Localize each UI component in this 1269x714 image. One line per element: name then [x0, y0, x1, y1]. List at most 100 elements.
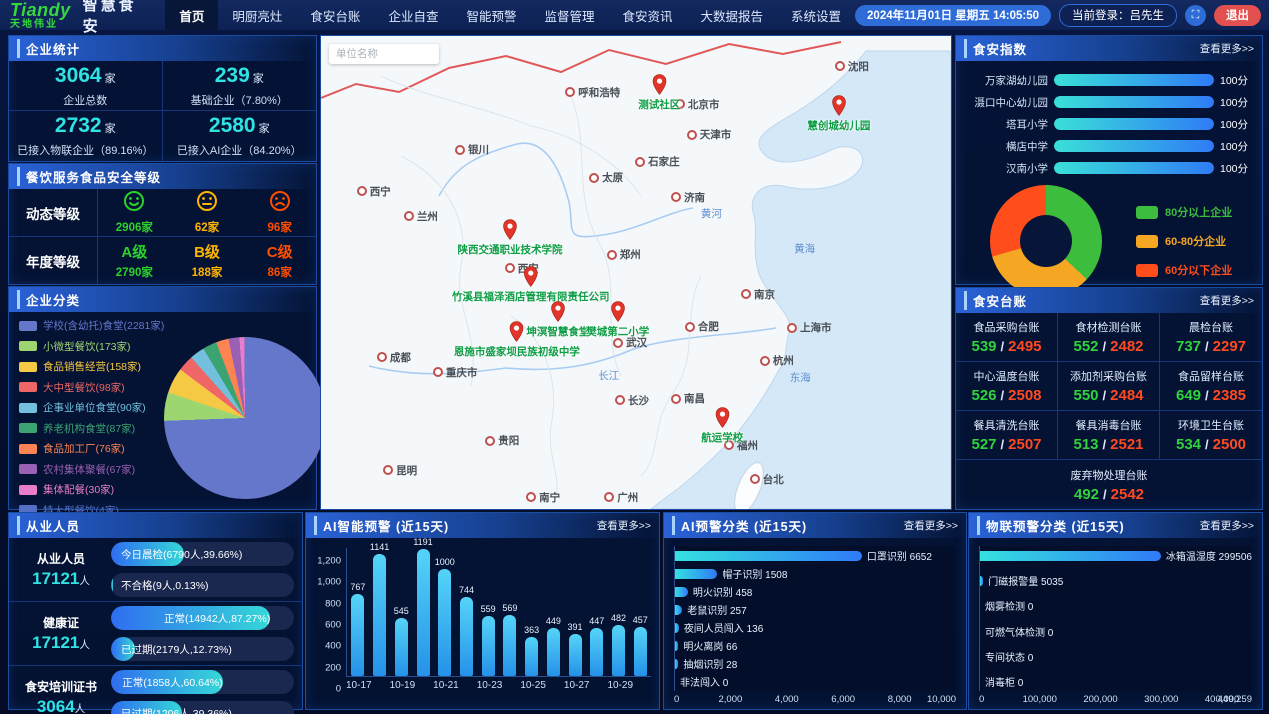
category-legend-item: 农村集体聚餐(67家): [19, 462, 164, 477]
hbar-label: 消毒柜 0: [985, 674, 1023, 689]
bar-value-label: 559: [481, 604, 496, 614]
map-marker[interactable]: 慧创城幼儿园: [807, 95, 870, 133]
index-score: 100分: [1220, 73, 1254, 88]
personnel-bars: 正常(14942人,87.27%)已过期(2179人,12.73%): [111, 606, 294, 661]
map-marker[interactable]: 樊城第二小学: [586, 301, 649, 339]
personnel-bars: 今日晨检(6790人,39.66%)不合格(9人,0.13%): [111, 542, 294, 597]
view-more-link[interactable]: 查看更多>>: [1200, 293, 1254, 308]
map-city-重庆市: 重庆市: [433, 365, 478, 380]
hbar-label: 抽烟识别 28: [683, 656, 737, 671]
y-tick: 0: [336, 684, 341, 695]
personnel-summary: 从业人员17121人: [17, 550, 105, 589]
stat-unit: 家: [259, 123, 270, 135]
logout-button[interactable]: 退出: [1214, 5, 1261, 26]
grade-name: A级: [121, 241, 147, 262]
x-tick: 300,000: [1144, 694, 1178, 705]
city-dot-icon: [455, 145, 465, 155]
ledger-cell: 中心温度台账526/2508: [956, 362, 1058, 411]
grade-row-label: 动态等级: [9, 189, 98, 236]
hbar-row: 老鼠识别 257: [675, 602, 956, 617]
personnel-summary: 健康证17121人: [17, 614, 105, 653]
legend-swatch: [19, 382, 37, 392]
warning-bar: [395, 618, 408, 676]
panel-title: AI智能预警 (近15天): [314, 516, 449, 535]
fullscreen-button[interactable]: ⛶: [1185, 5, 1206, 26]
nav-item-食安资讯[interactable]: 食安资讯: [608, 0, 686, 30]
ledger-value: 649/2385: [1176, 387, 1246, 404]
stat-cell: 2580家已接入AI企业（84.20%）: [163, 111, 317, 161]
personnel-row: 从业人员17121人今日晨检(6790人,39.66%)不合格(9人,0.13%…: [9, 538, 302, 601]
score-donut-chart: [990, 185, 1102, 297]
ledger-cell: 餐具清洗台账527/2507: [956, 411, 1058, 460]
nav-item-明厨亮灶[interactable]: 明厨亮灶: [218, 0, 296, 30]
ledger-separator: /: [1205, 388, 1209, 403]
city-label: 沈阳: [848, 59, 869, 74]
personnel-bar-track: 正常(14942人,87.27%): [111, 606, 294, 630]
hbar-row: 夜间人员闯入 136: [675, 620, 956, 635]
city-dot-icon: [760, 356, 770, 366]
legend-swatch: [1136, 235, 1158, 248]
map-marker[interactable]: 竹溪县福泽酒店管理有限责任公司: [452, 266, 610, 304]
x-tick: 8,000: [888, 694, 912, 705]
grade-name: C级: [267, 241, 293, 262]
ledger-value: 527/2507: [971, 436, 1041, 453]
personnel-unit: 人: [79, 639, 90, 651]
city-dot-icon: [604, 492, 614, 502]
view-more-link[interactable]: 查看更多>>: [1200, 41, 1254, 56]
ledger-total-count: 2297: [1213, 338, 1246, 355]
ledger-separator: /: [1001, 388, 1005, 403]
hbar-row: 烟雾检测 0: [980, 598, 1252, 613]
panel-ledger: 食安台账 查看更多>> 食品采购台账539/2495食材检测台账552/2482…: [955, 287, 1263, 510]
search-input[interactable]: [329, 44, 439, 64]
stat-value: 3064家: [55, 64, 116, 88]
ledger-cell: 环境卫生台账534/2500: [1160, 411, 1262, 460]
warning-bar: [547, 628, 560, 676]
city-dot-icon: [485, 436, 495, 446]
map-marker[interactable]: 陕西交通职业技术学院: [458, 219, 563, 257]
ledger-value: 513/2521: [1073, 436, 1143, 453]
ledger-total-count: 2495: [1008, 338, 1041, 355]
nav-item-食安台账[interactable]: 食安台账: [296, 0, 374, 30]
map-city-贵阳: 贵阳: [485, 433, 519, 448]
map-marker[interactable]: 恩施市盛家坝民族初级中学: [454, 321, 580, 359]
stat-label: 已接入物联企业（89.16%）: [17, 142, 153, 158]
stat-unit: 家: [105, 123, 116, 135]
panel-title: 企业统计: [17, 39, 80, 58]
grade-count: 86家: [268, 264, 292, 280]
map-marker[interactable]: 测试社区: [638, 74, 680, 112]
hbar-label: 可燃气体检测 0: [985, 624, 1053, 639]
smile-face-icon: [123, 190, 145, 217]
marker-label: 樊城第二小学: [586, 324, 649, 339]
x-tick: 2,000: [719, 694, 743, 705]
nav-item-大数据报告[interactable]: 大数据报告: [687, 0, 778, 30]
category-legend-item: 企事业单位食堂(90家): [19, 400, 164, 415]
personnel-label: 从业人员: [17, 550, 105, 567]
x-tick: 10-25: [520, 677, 546, 693]
map-marker[interactable]: 航运学校: [701, 407, 743, 445]
ai-warning-bar-chart: 7671141545119110007445595693634493914474…: [346, 548, 651, 677]
map-city-成都: 成都: [377, 350, 411, 365]
legend-swatch: [19, 423, 37, 433]
view-more-link[interactable]: 查看更多>>: [597, 518, 651, 533]
view-more-link[interactable]: 查看更多>>: [904, 518, 958, 533]
nav-item-企业自查[interactable]: 企业自查: [374, 0, 452, 30]
view-more-link[interactable]: 查看更多>>: [1200, 518, 1254, 533]
grade-count: 2906家: [116, 219, 153, 235]
safety-index-row: 汉南小学100分: [964, 157, 1254, 179]
panel-enterprise-category: 企业分类 学校(含幼托)食堂(2281家)小微型餐饮(173家)食品销售经营(1…: [8, 286, 317, 510]
hbar-row: 专间状态 0: [980, 649, 1252, 664]
stat-unit: 家: [253, 73, 264, 85]
city-label: 上海市: [800, 320, 832, 335]
legend-label: 60分以下企业: [1165, 262, 1232, 278]
nav-item-智能预警[interactable]: 智能预警: [452, 0, 530, 30]
bar-slot: 569: [499, 603, 521, 676]
grade-count: 96家: [268, 219, 292, 235]
nav-item-系统设置[interactable]: 系统设置: [777, 0, 855, 30]
city-dot-icon: [607, 250, 617, 260]
nav-item-监督管理[interactable]: 监督管理: [530, 0, 608, 30]
nav-item-首页[interactable]: 首页: [165, 0, 218, 30]
dashboard: Tiandy 天地伟业 智慧食安 首页明厨亮灶食安台账企业自查智能预警监督管理食…: [0, 0, 1269, 714]
hbar-row: 口罩识别 6652: [675, 548, 956, 563]
warning-bar: [525, 637, 538, 676]
x-tick: [633, 677, 651, 693]
